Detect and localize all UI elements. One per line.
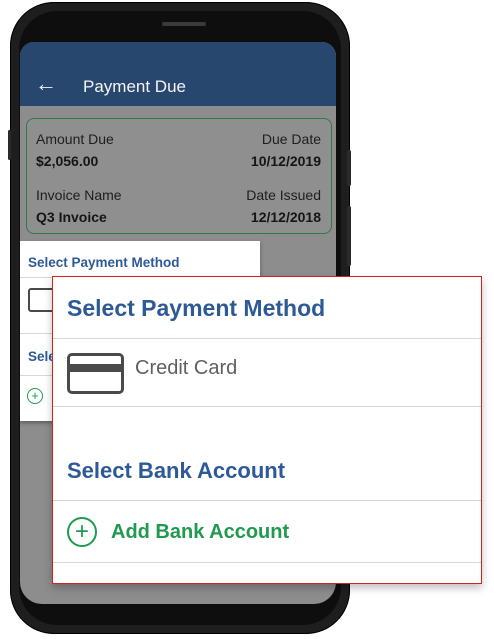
sheet-payment-method-title: Select Payment Method bbox=[28, 255, 180, 270]
divider bbox=[53, 406, 481, 407]
date-issued-label: Date Issued bbox=[246, 187, 321, 203]
payment-summary-card: Amount Due $2,056.00 Due Date 10/12/2019… bbox=[26, 118, 332, 234]
invoice-name-value: Q3 Invoice bbox=[36, 209, 107, 225]
phone-side-key bbox=[8, 130, 11, 160]
credit-card-icon[interactable] bbox=[67, 353, 124, 394]
app-bar: ← Payment Due bbox=[20, 42, 336, 106]
zoomed-payment-panel: Select Payment Method Credit Card Select… bbox=[52, 276, 482, 584]
divider bbox=[53, 500, 481, 501]
phone-power-button bbox=[347, 150, 351, 186]
select-payment-method-title: Select Payment Method bbox=[67, 295, 326, 321]
due-date-label: Due Date bbox=[261, 131, 321, 147]
card-stripe bbox=[70, 364, 121, 372]
back-arrow-icon[interactable]: ← bbox=[35, 73, 57, 95]
add-circle-icon[interactable]: + bbox=[67, 517, 97, 547]
add-circle-icon[interactable]: + bbox=[27, 388, 43, 404]
divider bbox=[53, 562, 481, 563]
divider bbox=[53, 338, 481, 339]
page-title: Payment Due bbox=[83, 77, 186, 96]
amount-due-label: Amount Due bbox=[36, 131, 114, 147]
select-bank-account-title: Select Bank Account bbox=[67, 458, 286, 483]
phone-volume-button bbox=[347, 206, 351, 266]
credit-card-option[interactable]: Credit Card bbox=[135, 357, 237, 380]
date-issued-value: 12/12/2018 bbox=[250, 209, 321, 225]
phone-speaker bbox=[162, 22, 206, 26]
add-bank-account-button[interactable]: Add Bank Account bbox=[111, 521, 289, 544]
amount-due-value: $2,056.00 bbox=[36, 153, 99, 169]
due-date-value: 10/12/2019 bbox=[250, 153, 321, 169]
invoice-name-label: Invoice Name bbox=[36, 187, 122, 203]
